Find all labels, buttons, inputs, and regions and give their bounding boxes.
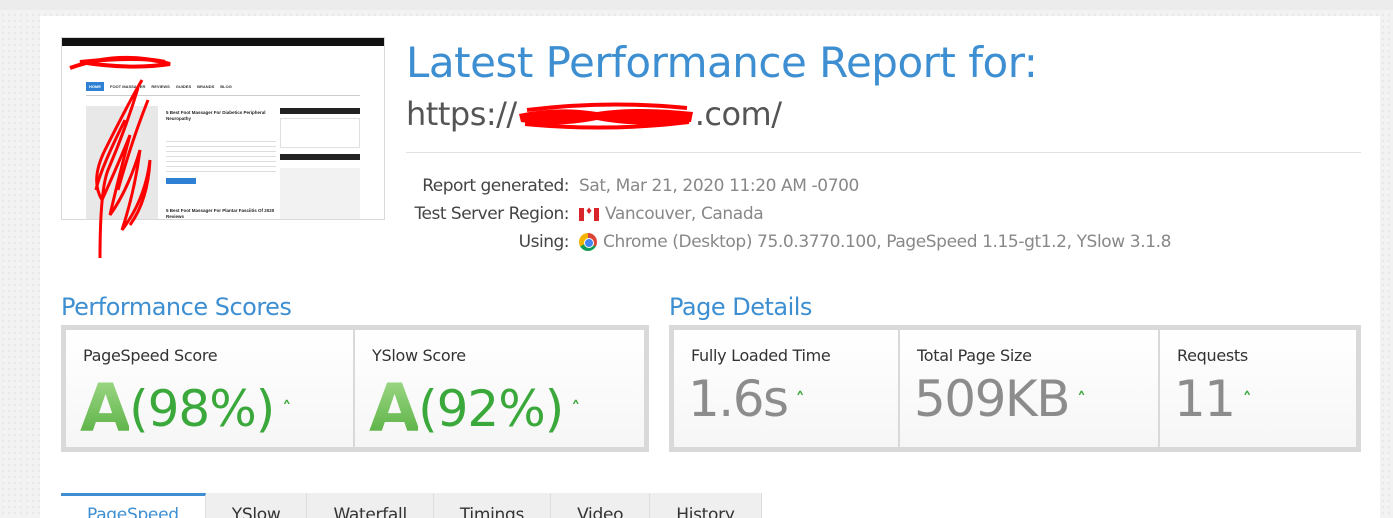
thumb-menu-item: BRANDS (197, 83, 215, 89)
yslow-percent: (92%) (418, 379, 564, 438)
thumb-post-image (86, 106, 158, 206)
caret-up-icon: ˄ (1077, 388, 1087, 410)
yslow-grade: A (369, 370, 420, 447)
performance-scores-box: PageSpeed Score A (98%) ˄ YSlow Score A … (61, 325, 649, 452)
fully-loaded-time-label: Fully Loaded Time (691, 346, 831, 365)
thumb-menu-item: BLOG (220, 83, 232, 89)
report-url[interactable]: https:// .com/ (406, 95, 782, 133)
using-row: Using: Chrome (Desktop) 75.0.3770.100, P… (406, 230, 1206, 254)
header-divider (406, 152, 1361, 153)
total-page-size-label: Total Page Size (917, 346, 1032, 365)
requests-value: 11 (1174, 370, 1236, 428)
thumb-menu-item: HOME (86, 81, 104, 91)
pagespeed-grade: A (80, 370, 131, 447)
fully-loaded-time-card[interactable]: Fully Loaded Time 1.6s ˄ (674, 330, 898, 447)
pagespeed-score-label: PageSpeed Score (83, 346, 218, 365)
thumb-menu-item: REVIEWS (151, 83, 170, 89)
page-title: Latest Performance Report for: (406, 38, 1038, 87)
thumb-post-title: 5 Best Foot Massager For Plantar Fasciit… (166, 208, 275, 219)
caret-up-icon: ˄ (1242, 388, 1252, 410)
yslow-score-card[interactable]: YSlow Score A (92%) ˄ (355, 330, 644, 447)
pagespeed-score-card[interactable]: PageSpeed Score A (98%) ˄ (66, 330, 353, 447)
thumb-post-image (86, 204, 158, 219)
site-screenshot-thumbnail[interactable]: HOME FOOT MASSAGER REVIEWS GUIDES BRANDS… (61, 37, 385, 220)
requests-label: Requests (1177, 346, 1248, 365)
thumb-post-excerpt (166, 138, 276, 176)
server-region-label: Test Server Region: (414, 204, 570, 224)
caret-up-icon: ˄ (571, 398, 581, 419)
pagespeed-percent: (98%) (129, 379, 275, 438)
page-details-title: Page Details (669, 293, 812, 321)
url-suffix: .com/ (694, 95, 782, 133)
server-region-value: Vancouver, Canada (605, 204, 764, 224)
thumb-sidebar-posts (280, 168, 360, 219)
report-generated-label: Report generated: (422, 176, 569, 196)
using-value: Chrome (Desktop) 75.0.3770.100, PageSpee… (603, 232, 1172, 252)
top-bar (0, 0, 1393, 10)
server-region-row: Test Server Region: Vancouver, Canada (406, 202, 1206, 226)
thumb-sidebar-heading (280, 108, 360, 114)
canada-flag-icon (579, 207, 599, 221)
thumb-menu-item: FOOT MASSAGER (110, 83, 146, 89)
yslow-score-label: YSlow Score (372, 346, 466, 365)
thumb-menu: HOME FOOT MASSAGER REVIEWS GUIDES BRANDS… (86, 80, 232, 92)
report-tabs: PageSpeed YSlow Waterfall Timings Video … (61, 493, 762, 518)
tab-history[interactable]: History (650, 493, 762, 518)
tab-timings[interactable]: Timings (433, 493, 552, 518)
url-redaction (518, 102, 693, 130)
performance-scores-title: Performance Scores (61, 293, 292, 321)
thumb-divider (86, 95, 360, 96)
tab-pagespeed[interactable]: PageSpeed (61, 493, 206, 518)
url-prefix: https:// (406, 95, 517, 133)
caret-up-icon: ˄ (795, 388, 805, 410)
fully-loaded-time-value: 1.6s (688, 370, 789, 428)
tab-waterfall[interactable]: Waterfall (307, 493, 434, 518)
thumb-sidebar-social (280, 118, 360, 148)
page-details-box: Fully Loaded Time 1.6s ˄ Total Page Size… (669, 325, 1361, 452)
tab-video[interactable]: Video (551, 493, 651, 518)
report-generated-row: Report generated: Sat, Mar 21, 2020 11:2… (406, 174, 1206, 198)
thumb-read-more-button (166, 178, 196, 184)
caret-up-icon: ˄ (282, 398, 292, 419)
report-generated-value: Sat, Mar 21, 2020 11:20 AM -0700 (579, 176, 859, 196)
thumb-menu-item: GUIDES (175, 83, 192, 89)
total-page-size-value: 509KB (914, 370, 1071, 428)
thumb-post-title: 5 Best Foot Massager For Diabetics Perip… (166, 110, 266, 121)
thumb-sidebar-heading (280, 154, 360, 160)
thumb-top-nav (62, 38, 384, 46)
chrome-icon (579, 233, 597, 251)
requests-card[interactable]: Requests 11 ˄ (1160, 330, 1356, 447)
tab-yslow[interactable]: YSlow (205, 493, 308, 518)
total-page-size-card[interactable]: Total Page Size 509KB ˄ (900, 330, 1158, 447)
using-label: Using: (518, 232, 570, 252)
